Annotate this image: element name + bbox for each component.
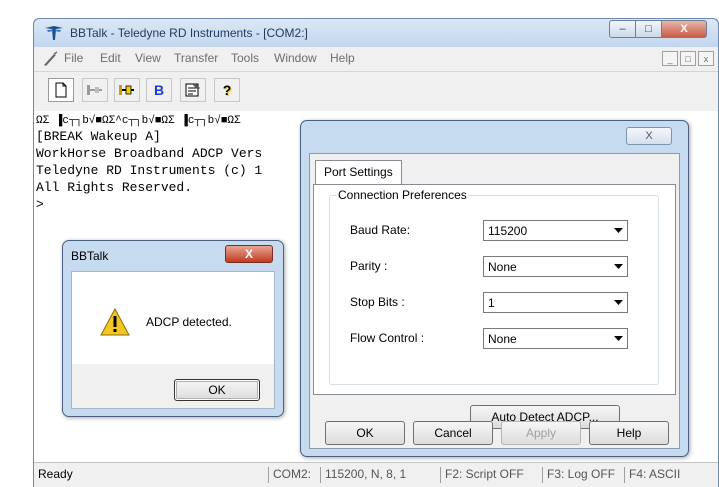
group-title: Connection Preferences <box>336 188 469 202</box>
terminal-prompt: > <box>36 197 44 212</box>
dialog-close-button[interactable]: X <box>626 127 672 145</box>
cancel-button[interactable]: Cancel <box>413 421 493 445</box>
chevron-down-icon <box>610 293 627 312</box>
status-mode: F4: ASCII <box>624 467 680 483</box>
message-text: ADCP detected. <box>146 315 232 329</box>
stop-bits-value: 1 <box>488 296 495 310</box>
menu-bar: File Edit View Transfer Tools Window Hel… <box>34 47 718 71</box>
menu-window[interactable]: Window <box>274 51 317 65</box>
terminal-line: ΩΣ ▐c┬┐b√■ΩΣ^c┬┐b√■ΩΣ ▐c┬┐b√■ΩΣ <box>36 115 241 127</box>
status-script: F2: Script OFF <box>440 467 524 483</box>
flow-control-select[interactable]: None <box>483 328 628 349</box>
disconnect-button[interactable] <box>82 78 108 102</box>
parity-select[interactable]: None <box>483 256 628 277</box>
properties-button[interactable] <box>180 78 206 102</box>
status-settings: 115200, N, 8, 1 <box>320 467 406 483</box>
terminal-line: [BREAK Wakeup A] <box>36 129 161 144</box>
ok-button[interactable]: OK <box>325 421 405 445</box>
terminal-line: WorkHorse Broadband ADCP Vers <box>36 146 263 161</box>
stop-bits-label: Stop Bits : <box>350 295 405 309</box>
status-log: F3: Log OFF <box>542 467 615 483</box>
terminal-line: Teledyne RD Instruments (c) 1 <box>36 163 263 178</box>
help-icon: ? <box>222 82 232 98</box>
close-button[interactable]: X <box>661 20 707 38</box>
apply-button[interactable]: Apply <box>501 421 581 445</box>
message-title: BBTalk <box>71 249 109 263</box>
close-icon: X <box>680 23 688 35</box>
maximize-icon: □ <box>645 23 652 35</box>
message-body-frame: ADCP detected. OK <box>71 271 275 409</box>
status-ready: Ready <box>38 467 73 481</box>
tab-panel: Connection Preferences Baud Rate: 115200… <box>313 184 676 395</box>
status-port: COM2: <box>268 467 311 483</box>
menu-view[interactable]: View <box>135 51 161 65</box>
break-button[interactable]: B <box>146 78 172 102</box>
menu-edit[interactable]: Edit <box>100 51 121 65</box>
message-ok-button[interactable]: OK <box>174 379 260 401</box>
dialog-body: Port Settings Connection Preferences Bau… <box>309 153 680 449</box>
chevron-down-icon <box>610 329 627 348</box>
connect-button[interactable] <box>114 78 140 102</box>
parity-value: None <box>488 260 517 274</box>
status-bar: Ready COM2: 115200, N, 8, 1 F2: Script O… <box>34 462 718 487</box>
warning-icon <box>100 308 130 336</box>
properties-icon <box>185 83 200 97</box>
mdi-close-button[interactable]: x <box>698 51 714 66</box>
tab-port-settings[interactable]: Port Settings <box>315 160 402 185</box>
parity-label: Parity : <box>350 259 388 273</box>
connection-preferences-group: Connection Preferences Baud Rate: 115200… <box>329 188 659 385</box>
toolbar: B ? <box>34 71 718 112</box>
break-icon: B <box>153 82 165 98</box>
maximize-button[interactable]: □ <box>635 20 662 38</box>
title-bar[interactable]: BBTalk - Teledyne RD Instruments - [COM2… <box>34 19 718 47</box>
baud-rate-label: Baud Rate: <box>350 223 411 237</box>
new-document-button[interactable] <box>48 78 74 102</box>
message-close-button[interactable]: X <box>225 245 273 263</box>
disconnect-icon <box>87 85 102 95</box>
help-button[interactable]: ? <box>214 78 240 102</box>
document-quill-icon <box>44 51 58 66</box>
menu-tools[interactable]: Tools <box>231 51 259 65</box>
mdi-controls: _ □ x <box>662 51 714 66</box>
new-document-icon <box>55 82 67 98</box>
menu-help[interactable]: Help <box>330 51 355 65</box>
message-body: ADCP detected. <box>72 272 274 364</box>
message-dialog: BBTalk X ADCP detected. OK <box>62 240 284 417</box>
close-icon: X <box>645 130 653 142</box>
terminal-line: All Rights Reserved. <box>36 180 193 195</box>
stop-bits-select[interactable]: 1 <box>483 292 628 313</box>
minimize-button[interactable]: – <box>609 20 636 38</box>
close-icon: X <box>244 247 253 261</box>
teledyne-logo-icon <box>45 26 63 40</box>
chevron-down-icon <box>610 221 627 240</box>
flow-control-label: Flow Control : <box>350 331 425 345</box>
chevron-down-icon <box>610 257 627 276</box>
minimize-icon: – <box>619 23 626 35</box>
mdi-restore-button[interactable]: □ <box>680 51 696 66</box>
mdi-minimize-button[interactable]: _ <box>662 51 678 66</box>
port-settings-dialog: X Port Settings Connection Preferences B… <box>300 120 689 457</box>
window-title: BBTalk - Teledyne RD Instruments - [COM2… <box>70 26 308 40</box>
baud-rate-select[interactable]: 115200 <box>483 220 628 241</box>
connect-icon <box>119 85 134 95</box>
menu-file[interactable]: File <box>64 51 83 65</box>
menu-transfer[interactable]: Transfer <box>174 51 218 65</box>
help-button[interactable]: Help <box>589 421 669 445</box>
flow-control-value: None <box>488 332 517 346</box>
baud-rate-value: 115200 <box>488 224 528 238</box>
